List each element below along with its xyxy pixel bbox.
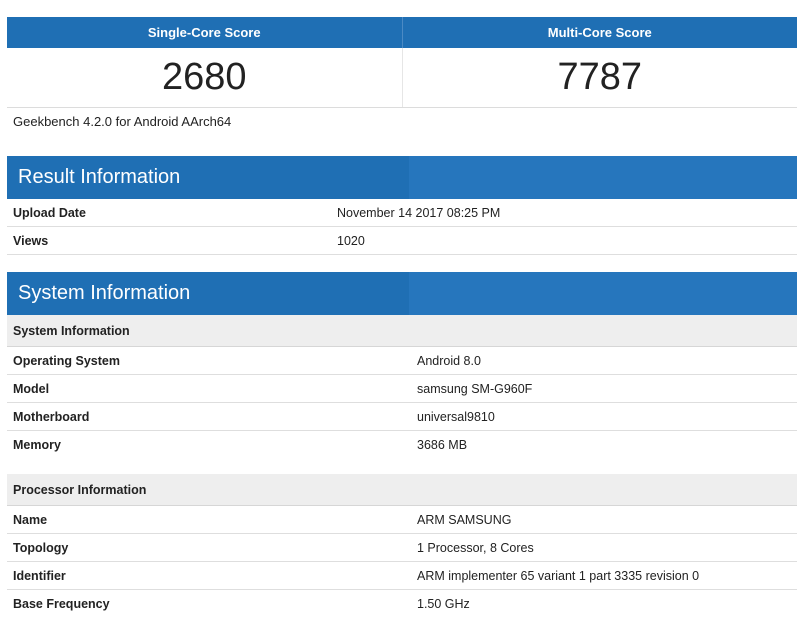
memory-value: 3686 MB	[417, 437, 468, 452]
table-row: Memory 3686 MB	[7, 431, 797, 459]
motherboard-value: universal9810	[402, 402, 797, 431]
result-information-table: Upload Date November 14 2017 08:25 PM Vi…	[7, 199, 797, 255]
table-row: Upload Date November 14 2017 08:25 PM	[7, 199, 797, 227]
table-row: Base Frequency 1.50 GHz	[7, 590, 797, 618]
table-row: Operating System Android 8.0	[7, 346, 797, 375]
identifier-label: Identifier	[7, 561, 402, 590]
topology-value: 1 Processor, 8 Cores	[402, 533, 797, 562]
processor-name-value: ARM SAMSUNG	[402, 505, 797, 534]
geekbench-result-page: Single-Core Score Multi-Core Score 2680 …	[7, 17, 797, 617]
table-row: Name ARM SAMSUNG	[7, 505, 797, 534]
group-spacer	[7, 458, 797, 474]
system-information-title: System Information	[18, 282, 191, 304]
base-frequency-value: 1.50 GHz	[417, 596, 470, 611]
model-value: samsung SM-G960F	[402, 374, 797, 403]
system-group-title: System Information	[7, 315, 797, 347]
result-information-header: Result Information	[7, 156, 797, 199]
processor-name-label: Name	[7, 505, 402, 534]
multi-core-score-header: Multi-Core Score	[401, 17, 797, 48]
score-table: Single-Core Score Multi-Core Score 2680 …	[7, 17, 797, 107]
result-information-title: Result Information	[18, 166, 181, 188]
upload-date-label: Upload Date	[7, 199, 322, 227]
motherboard-label: Motherboard	[7, 402, 402, 431]
table-row: Views 1020	[7, 226, 797, 255]
model-label: Model	[7, 374, 402, 403]
system-group-subheader: System Information	[7, 315, 797, 347]
single-core-score-value: 2680	[161, 56, 247, 98]
views-label: Views	[7, 226, 322, 255]
topology-label: Topology	[7, 533, 402, 562]
single-core-score-header: Single-Core Score	[7, 17, 402, 48]
system-information-header: System Information	[7, 272, 797, 315]
multi-core-score-value: 7787	[401, 48, 797, 107]
views-value: 1020	[322, 226, 797, 255]
table-row: Model samsung SM-G960F	[7, 374, 797, 403]
processor-group-title: Processor Information	[7, 474, 797, 506]
upload-date-value: November 14 2017 08:25 PM	[322, 199, 797, 227]
identifier-value: ARM implementer 65 variant 1 part 3335 r…	[402, 561, 797, 590]
table-row: Motherboard universal9810	[7, 402, 797, 431]
table-row: Identifier ARM implementer 65 variant 1 …	[7, 561, 797, 590]
memory-label: Memory	[13, 437, 61, 452]
table-row: Topology 1 Processor, 8 Cores	[7, 533, 797, 562]
operating-system-value: Android 8.0	[402, 346, 797, 375]
operating-system-label: Operating System	[7, 346, 402, 375]
geekbench-version: Geekbench 4.2.0 for Android AArch64	[7, 107, 797, 143]
system-information-table: System Information Operating System Andr…	[7, 315, 797, 617]
processor-group-subheader: Processor Information	[7, 474, 797, 506]
base-frequency-label: Base Frequency	[13, 596, 110, 611]
